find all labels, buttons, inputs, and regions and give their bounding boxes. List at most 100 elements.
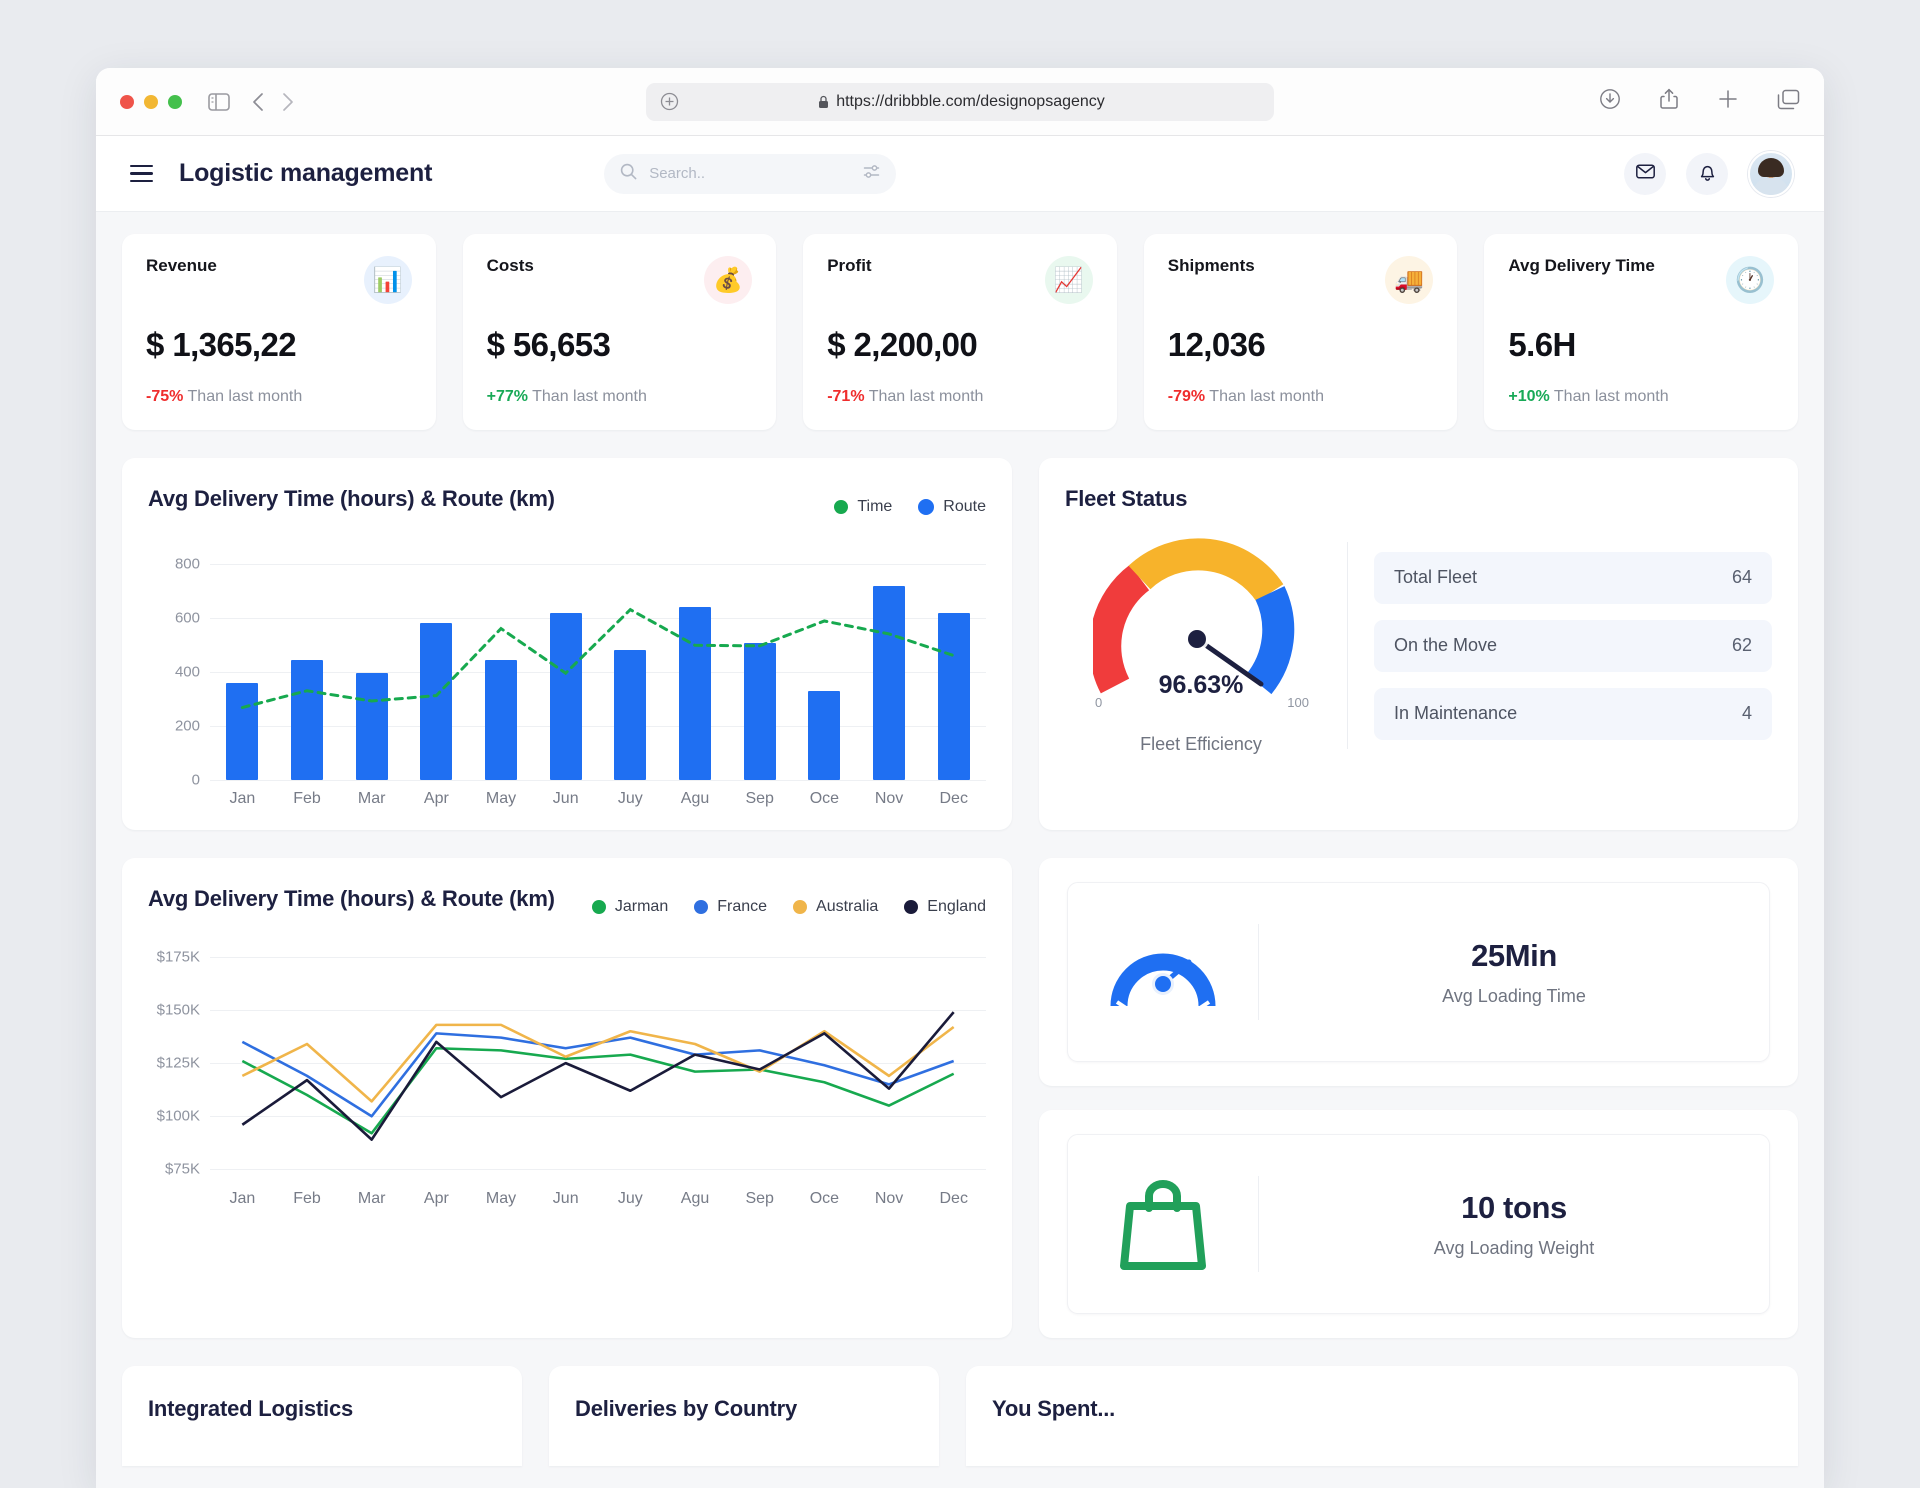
hamburger-menu-icon[interactable] xyxy=(126,161,157,187)
time-trend-line xyxy=(240,607,956,710)
kpi-value: 12,036 xyxy=(1167,326,1266,363)
series-line-england xyxy=(241,1011,955,1141)
fleet-row-value: 4 xyxy=(1741,703,1752,723)
kpi-delta-pct: -79% xyxy=(1167,388,1206,405)
kpi-card-revenue: Revenue 📊 $ 1,365,22 -75% Than last mont… xyxy=(122,234,436,430)
address-bar[interactable]: https://dribbble.com/designopsagency xyxy=(646,82,1274,121)
legend-item-england[interactable]: England xyxy=(904,898,986,916)
divider xyxy=(1347,542,1348,749)
kpi-label: Costs xyxy=(486,256,534,275)
line-chart-y-axis: $75K $100K $125K $150K $175K xyxy=(148,942,200,1180)
kpi-delta-text: Than last month xyxy=(868,388,984,405)
search-box[interactable] xyxy=(604,153,897,194)
kpi-value: $ 56,653 xyxy=(486,326,611,363)
axis-tick-label: May xyxy=(485,1190,517,1207)
lock-icon xyxy=(819,95,829,108)
axis-tick-label: Jan xyxy=(229,1190,256,1207)
legend-dot-jarman xyxy=(591,900,606,914)
mail-button[interactable] xyxy=(1624,152,1666,195)
shopping-bag-icon xyxy=(1068,1176,1258,1272)
share-icon[interactable] xyxy=(1659,88,1679,115)
axis-tick-label: $75K xyxy=(164,1160,200,1178)
growth-arrow-coin-icon: 📈 xyxy=(1044,256,1093,304)
mid-row: Avg Delivery Time (hours) & Route (km) T… xyxy=(122,458,1798,830)
gauge-min-label: 0 xyxy=(1095,695,1103,710)
fleet-row-label: In Maintenance xyxy=(1394,703,1518,723)
minimize-window-button[interactable] xyxy=(144,94,158,109)
kpi-delta: -75% Than last month xyxy=(146,388,412,406)
fleet-gauge: 96.63% 0 100 Fleet Efficiency xyxy=(1065,536,1337,755)
axis-tick-label: 200 xyxy=(174,717,200,735)
mini-card-value: 10 tons xyxy=(1461,1189,1567,1225)
legend-item-australia[interactable]: Australia xyxy=(793,898,878,916)
notifications-button[interactable] xyxy=(1686,152,1728,195)
clock-24h-icon: 🕐 xyxy=(1725,256,1774,304)
axis-tick-label: 800 xyxy=(174,555,200,573)
tabs-overview-icon[interactable] xyxy=(1777,89,1800,115)
bar-chart-title: Avg Delivery Time (hours) & Route (km) xyxy=(148,486,555,511)
fleet-row-value: 64 xyxy=(1731,567,1752,587)
axis-tick-label: Nov xyxy=(874,1190,904,1207)
browser-window: https://dribbble.com/designopsagency Log… xyxy=(96,68,1824,1488)
legend-dot-england xyxy=(904,900,919,914)
kpi-delta-text: Than last month xyxy=(532,388,647,405)
legend-dot-route xyxy=(918,499,935,515)
kpi-row: Revenue 📊 $ 1,365,22 -75% Than last mont… xyxy=(122,234,1798,430)
kpi-delta-text: Than last month xyxy=(1209,388,1325,405)
kpi-label: Avg Delivery Time xyxy=(1508,256,1655,275)
browser-chrome: https://dribbble.com/designopsagency xyxy=(96,68,1824,136)
kpi-value: 5.6H xyxy=(1508,326,1576,363)
axis-tick-label: Jan xyxy=(229,790,256,807)
axis-tick-label: Mar xyxy=(357,1190,386,1207)
bar-chart-x-axis: Jan Feb Mar Apr May Jun Juy Agu Sep Oce Nov Dec xyxy=(210,790,986,808)
axis-tick-label: Mar xyxy=(357,790,386,807)
bottom-row: Integrated Logistics Deliveries by Count… xyxy=(122,1366,1798,1466)
bell-icon xyxy=(1697,161,1718,187)
bar-chart-money-icon: 📊 xyxy=(363,256,412,304)
search-input[interactable] xyxy=(649,165,852,182)
kpi-delta-pct: -75% xyxy=(146,388,184,405)
axis-tick-label: 600 xyxy=(174,609,200,627)
filter-sliders-icon[interactable] xyxy=(863,163,880,185)
axis-tick-label: May xyxy=(485,790,517,807)
bar-chart-time-line xyxy=(240,607,956,710)
window-controls[interactable] xyxy=(120,94,182,109)
line-chart-x-axis: Jan Feb Mar Apr May Jun Juy Agu Sep Oce Nov Dec xyxy=(210,1190,986,1208)
download-icon[interactable] xyxy=(1599,88,1621,115)
bar-chart-plot: 0 200 400 600 800 Jan Feb Mar Apr May Jun Juy Agu Se… xyxy=(148,542,986,810)
kpi-card-costs: Costs 💰 $ 56,653 +77% Than last month xyxy=(462,234,777,430)
axis-tick-label: Sep xyxy=(745,790,774,807)
axis-tick-label: $150K xyxy=(156,1001,200,1019)
legend-item-jarman[interactable]: Jarman xyxy=(591,898,669,916)
kpi-delta: +77% Than last month xyxy=(487,388,753,406)
kpi-card-avg-delivery-time: Avg Delivery Time 🕐 5.6H +10% Than last … xyxy=(1484,234,1798,430)
app-header: Logistic management xyxy=(96,136,1824,212)
kpi-delta-pct: +77% xyxy=(486,388,528,405)
legend-label: England xyxy=(927,898,986,915)
forward-button[interactable] xyxy=(282,92,294,112)
kpi-delta: -71% Than last month xyxy=(827,388,1093,406)
axis-tick-label: Jun xyxy=(552,790,579,807)
axis-tick-label: $125K xyxy=(156,1054,200,1072)
maximize-window-button[interactable] xyxy=(168,94,182,109)
avatar[interactable] xyxy=(1748,150,1794,197)
close-window-button[interactable] xyxy=(120,94,134,109)
sidebar-toggle-icon[interactable] xyxy=(208,92,230,111)
new-tab-icon[interactable] xyxy=(1717,88,1739,115)
legend-item-time[interactable]: Time xyxy=(834,498,892,516)
legend-item-france[interactable]: France xyxy=(694,898,767,916)
fleet-row-on-the-move: On the Move 62 xyxy=(1374,619,1772,672)
kpi-value: $ 1,365,22 xyxy=(146,326,297,363)
line-chart-title: Avg Delivery Time (hours) & Route (km) xyxy=(148,886,555,911)
kpi-delta-pct: -71% xyxy=(827,388,865,405)
back-button[interactable] xyxy=(252,92,264,112)
integrated-logistics-card: Integrated Logistics xyxy=(122,1366,522,1466)
legend-item-route[interactable]: Route xyxy=(918,498,986,516)
card-title: Deliveries by Country xyxy=(575,1396,797,1421)
legend-label: Jarman xyxy=(614,898,669,915)
kpi-delta-pct: +10% xyxy=(1508,388,1550,405)
kpi-delta-text: Than last month xyxy=(187,388,303,405)
axis-tick-label: Juy xyxy=(617,1190,643,1207)
axis-tick-label: Jun xyxy=(552,1190,579,1207)
kpi-label: Shipments xyxy=(1167,256,1255,275)
